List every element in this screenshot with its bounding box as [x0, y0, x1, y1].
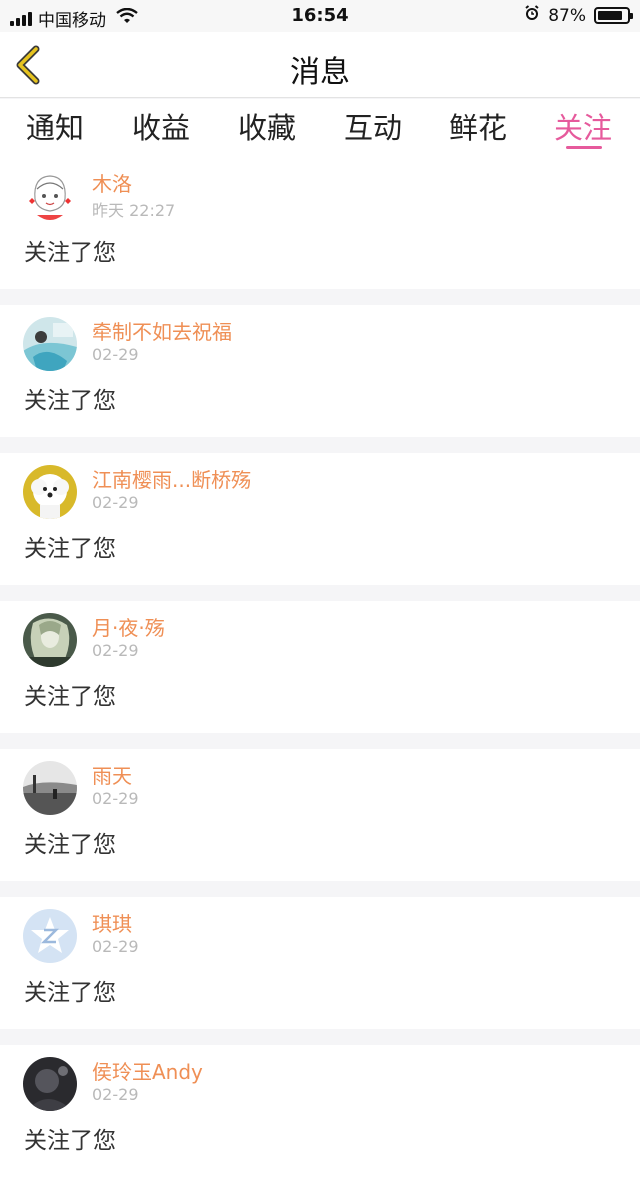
battery-percent: 87% — [548, 5, 586, 26]
follow-message: 关注了您 — [24, 684, 116, 710]
cartoon-girl-avatar[interactable] — [23, 169, 77, 223]
follow-message: 关注了您 — [24, 536, 116, 562]
list-item[interactable]: 琪琪 02-29 关注了您 — [0, 897, 640, 1029]
username[interactable]: 雨天 — [92, 760, 132, 789]
active-tab-indicator — [566, 146, 602, 149]
list-item[interactable]: 江南樱雨...断桥殇 02-29 关注了您 — [0, 453, 640, 585]
battery-fill — [598, 11, 623, 20]
grayscale-landscape-avatar[interactable] — [23, 761, 77, 815]
list-item[interactable]: 牵制不如去祝福 02-29 关注了您 — [0, 305, 640, 437]
tab-flowers[interactable]: 鲜花 — [449, 105, 507, 147]
timestamp: 02-29 — [92, 641, 139, 660]
white-dog-avatar[interactable] — [23, 465, 77, 519]
username[interactable]: 月·夜·殇 — [92, 612, 165, 641]
timestamp: 02-29 — [92, 1085, 139, 1104]
follow-message: 关注了您 — [24, 1128, 116, 1154]
tab-notifications[interactable]: 通知 — [26, 105, 84, 147]
follow-message: 关注了您 — [24, 240, 116, 266]
username[interactable]: 牵制不如去祝福 — [92, 316, 232, 345]
tab-favorites[interactable]: 收藏 — [238, 105, 296, 147]
follow-message: 关注了您 — [24, 388, 116, 414]
timestamp: 昨天 22:27 — [92, 201, 176, 220]
alarm-icon — [524, 5, 540, 26]
timestamp: 02-29 — [92, 937, 139, 956]
default-z-avatar[interactable] — [23, 909, 77, 963]
tab-earnings[interactable]: 收益 — [132, 105, 190, 147]
tab-follows[interactable]: 关注 — [554, 105, 612, 147]
username[interactable]: 侯玲玉Andy — [92, 1056, 203, 1085]
status-right: 87% — [524, 5, 633, 26]
dark-photo-avatar[interactable] — [23, 1057, 77, 1111]
list-item[interactable]: 月·夜·殇 02-29 关注了您 — [0, 601, 640, 733]
timestamp: 02-29 — [92, 345, 139, 364]
status-bar: 中国移动 16:54 87% — [0, 0, 640, 32]
timestamp: 02-29 — [92, 493, 139, 512]
username[interactable]: 江南樱雨...断桥殇 — [92, 464, 251, 493]
battery-icon — [594, 7, 633, 24]
anime-figure-avatar[interactable] — [23, 613, 77, 667]
follow-message: 关注了您 — [24, 832, 116, 858]
list-item[interactable]: 侯玲玉Andy 02-29 关注了您 — [0, 1045, 640, 1177]
tab-interactions[interactable]: 互动 — [344, 105, 402, 147]
blue-dress-photo-avatar[interactable] — [23, 317, 77, 371]
timestamp: 02-29 — [92, 789, 139, 808]
tab-bar: 通知 收益 收藏 互动 鲜花 关注 — [0, 99, 640, 157]
nav-bar: 消息 — [0, 32, 640, 98]
follow-message: 关注了您 — [24, 980, 116, 1006]
username[interactable]: 木洛 — [92, 168, 132, 197]
list-item[interactable]: 木洛 昨天 22:27 关注了您 — [0, 157, 640, 289]
page-title: 消息 — [290, 55, 350, 90]
list-item[interactable]: 雨天 02-29 关注了您 — [0, 749, 640, 881]
username[interactable]: 琪琪 — [92, 908, 132, 937]
